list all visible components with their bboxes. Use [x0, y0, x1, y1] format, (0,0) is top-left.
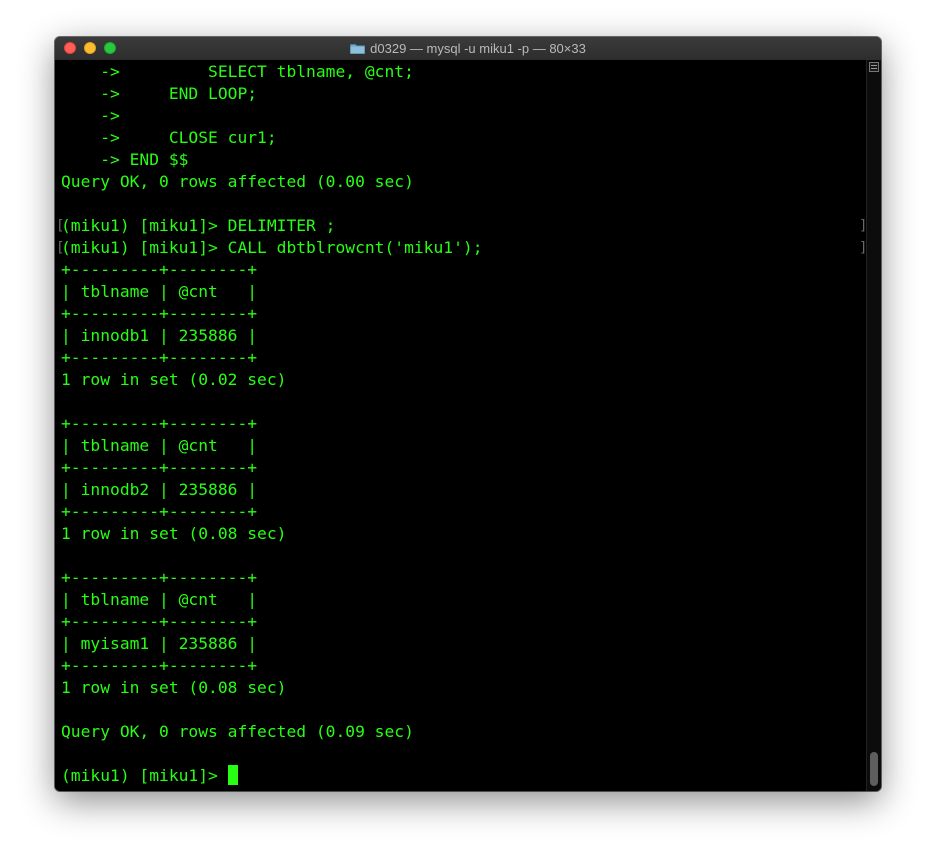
split-pane-icon[interactable]	[869, 62, 879, 72]
terminal-line: +---------+--------+	[61, 414, 258, 433]
terminal-output[interactable]: -> SELECT tblname, @cnt; -> END LOOP; ->…	[55, 60, 867, 791]
terminal-line: Query OK, 0 rows affected (0.00 sec)	[61, 172, 414, 191]
terminal-line: Query OK, 0 rows affected (0.09 sec)	[61, 722, 414, 741]
terminal-line: | myisam1 | 235886 |	[61, 634, 258, 653]
scrollbar-thumb[interactable]	[870, 752, 878, 786]
terminal-line: +---------+--------+	[61, 656, 258, 675]
terminal-line: +---------+--------+	[61, 260, 258, 279]
title-bar[interactable]: d0329 — mysql -u miku1 -p — 80×33	[55, 37, 881, 61]
terminal-line: | tblname | @cnt |	[61, 282, 258, 301]
terminal-line: ->	[61, 106, 120, 125]
terminal-line: 1 row in set (0.08 sec)	[61, 524, 287, 543]
terminal-line: +---------+--------+	[61, 348, 258, 367]
terminal-line: -> END LOOP;	[61, 84, 258, 103]
terminal-line: +---------+--------+	[61, 458, 258, 477]
terminal-line: -> SELECT tblname, @cnt;	[61, 62, 414, 81]
close-window-button[interactable]	[64, 42, 76, 54]
scrollbar[interactable]	[866, 60, 881, 791]
text-cursor	[227, 765, 238, 785]
terminal-line: | tblname | @cnt |	[61, 590, 258, 609]
mark-bracket-left: [	[56, 218, 65, 234]
terminal-line: +---------+--------+	[61, 612, 258, 631]
terminal-line: +---------+--------+	[61, 304, 258, 323]
terminal-line: +---------+--------+	[61, 568, 258, 587]
terminal-line: 1 row in set (0.02 sec)	[61, 370, 287, 389]
terminal-line: +---------+--------+	[61, 502, 258, 521]
terminal-line: -> CLOSE cur1;	[61, 128, 277, 147]
zoom-window-button[interactable]	[104, 42, 116, 54]
terminal-line: | innodb1 | 235886 |	[61, 326, 258, 345]
window-title: d0329 — mysql -u miku1 -p — 80×33	[370, 41, 586, 56]
terminal-line: 1 row in set (0.08 sec)	[61, 678, 287, 697]
terminal-line: (miku1) [miku1]> DELIMITER ;	[61, 216, 336, 235]
folder-icon	[350, 44, 366, 54]
terminal-line: (miku1) [miku1]> CALL dbtblrowcnt('miku1…	[61, 238, 483, 257]
terminal-line: | tblname | @cnt |	[61, 436, 258, 455]
terminal-line: -> END $$	[61, 150, 189, 169]
mark-bracket-left: [	[56, 240, 65, 256]
terminal-window: d0329 — mysql -u miku1 -p — 80×33 -> SEL…	[55, 37, 881, 791]
minimize-window-button[interactable]	[84, 42, 96, 54]
terminal-line: | innodb2 | 235886 |	[61, 480, 258, 499]
prompt-line: (miku1) [miku1]>	[61, 765, 238, 787]
